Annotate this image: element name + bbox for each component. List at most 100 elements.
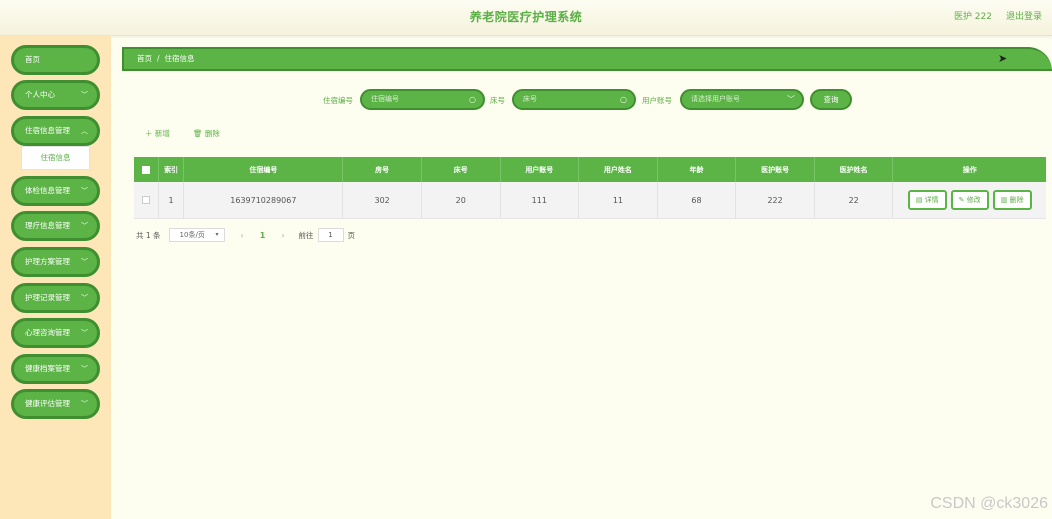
select-user-account[interactable]: 请选择用户账号 ﹀ [680,89,804,110]
chevron-down-icon: ﹀ [81,187,88,195]
table-header: 索引 住宿编号 房号 床号 用户账号 用户姓名 年龄 医护账号 医护姓名 操作 [134,157,1046,182]
cell-stay-no: 1639710289067 [184,182,344,218]
sidebar-item-care-record-management[interactable]: 护理记录管理 ﹀ [11,283,100,313]
watermark: CSDN @ck3026 [930,495,1048,512]
delete-button[interactable]: ▥ 删除 [992,190,1032,210]
sidebar-item-care-plan-management[interactable]: 护理方案管理 ﹀ [11,247,100,277]
chevron-up-icon: ︿ [81,127,88,135]
chevron-down-icon: ﹀ [81,258,88,266]
column-header: 年龄 [658,157,737,182]
checkbox[interactable] [141,196,150,204]
page-size-select[interactable]: 10条/页 ▾ [168,228,225,242]
cell-index: 1 [159,182,185,218]
submenu-item-lodging-info[interactable]: 住宿信息 [21,146,90,170]
add-button[interactable]: ＋ 新增 [145,128,170,139]
sidebar-item-label: 理疗信息管理 [25,221,70,230]
chevron-down-icon: ﹀ [787,95,795,104]
search-input-bed[interactable]: 床号 ○ [512,89,636,110]
cell-bed: 20 [422,182,501,218]
plus-icon: ＋ [145,129,155,138]
batch-delete-button[interactable]: 🗑 删除 [193,128,220,139]
goto-page-input[interactable]: 1 [317,228,344,242]
chevron-down-icon: ﹀ [81,91,88,99]
select-placeholder: 请选择用户账号 [691,95,740,103]
breadcrumb-separator: / [157,54,160,63]
cell-age: 68 [658,182,737,218]
sidebar-item-checkup-management[interactable]: 体检信息管理 ﹀ [11,176,100,206]
cell-operations: ▤ 详情 ✎ 修改 ▥ 删除 [893,182,1045,218]
trash-icon: ▥ [1000,196,1010,204]
column-header: 用户姓名 [579,157,658,182]
sidebar-item-label: 健康评估管理 [25,399,70,408]
sidebar-item-label: 心理咨询管理 [25,328,70,337]
sidebar-item-personal-center[interactable]: 个人中心 ﹀ [11,80,100,110]
header-user-area: 医护 222 退出登录 [954,9,1042,22]
trash-icon: 🗑 [193,129,205,138]
cell-staff-name: 22 [815,182,894,218]
sidebar-item-counseling-management[interactable]: 心理咨询管理 ﹀ [11,318,100,348]
search-placeholder: 床号 [523,95,537,103]
app-title: 养老院医疗护理系统 [469,10,583,24]
row-select[interactable] [134,182,159,218]
chevron-down-icon: ﹀ [81,294,88,302]
detail-button[interactable]: ▤ 详情 [907,190,947,210]
prev-page-icon[interactable]: ‹ [241,231,244,240]
chevron-down-icon: ▾ [215,231,219,238]
search-input-stay-no[interactable]: 住宿编号 ○ [360,89,485,110]
table-row: 1 1639710289067 302 20 111 11 68 222 22 … [134,182,1046,219]
total-count: 共 1 条 [136,230,161,240]
column-header: 索引 [159,157,185,182]
search-icon: ○ [620,95,627,104]
current-user: 医护 222 [953,12,992,22]
page-number[interactable]: 1 [260,231,266,240]
sidebar-item-lodging-management[interactable]: 住宿信息管理 ︿ [11,116,100,146]
chevron-down-icon: ﹀ [81,400,88,408]
goto-label: 前往 [298,230,314,240]
cell-user-name: 11 [579,182,658,218]
column-header: 床号 [422,157,501,182]
search-placeholder: 住宿编号 [371,95,399,103]
document-icon: ▤ [915,196,925,204]
column-header: 医护姓名 [815,157,894,182]
cell-room: 302 [343,182,422,218]
logout-link[interactable]: 退出登录 [1006,9,1042,22]
query-button[interactable]: 查询 [810,89,852,110]
sidebar-item-health-record-management[interactable]: 健康档案管理 ﹀ [11,354,100,384]
column-header: 用户账号 [501,157,580,182]
sidebar-item-label: 个人中心 [25,90,55,99]
column-header: 住宿编号 [184,157,344,182]
sidebar-item-label: 首页 [25,55,40,64]
mouse-cursor-icon: ➤ [998,52,1008,65]
sidebar-item-health-assessment-management[interactable]: 健康评估管理 ﹀ [11,389,100,419]
chevron-down-icon: ﹀ [81,222,88,230]
search-label-bed: 床号 [490,96,505,105]
edit-button[interactable]: ✎ 修改 [950,190,989,210]
data-table: 索引 住宿编号 房号 床号 用户账号 用户姓名 年龄 医护账号 医护姓名 操作 … [134,157,1046,219]
pencil-icon: ✎ [958,196,967,204]
next-page-icon[interactable]: › [281,231,284,240]
sidebar-item-home[interactable]: 首页 [11,45,100,75]
sidebar-item-label: 住宿信息管理 [25,126,70,135]
cell-staff-account: 222 [736,182,815,218]
chevron-down-icon: ﹀ [81,365,88,373]
column-header: 房号 [343,157,422,182]
sidebar-item-label: 体检信息管理 [25,186,70,195]
pagination: 共 1 条 10条/页 ▾ ‹ 1 › 前往 1 页 [136,228,355,242]
breadcrumb: 首页 / 住宿信息 [122,47,1052,71]
top-header: 养老院医疗护理系统 医护 222 退出登录 [0,0,1052,36]
column-header: 医护账号 [736,157,815,182]
sidebar-item-label: 健康档案管理 [25,364,70,373]
breadcrumb-current: 住宿信息 [164,54,195,63]
search-icon: ○ [469,95,476,104]
sidebar-item-therapy-management[interactable]: 理疗信息管理 ﹀ [11,211,100,241]
breadcrumb-home[interactable]: 首页 [137,54,152,63]
header-select-all[interactable] [134,157,159,182]
cell-user-account: 111 [501,182,580,218]
column-header: 操作 [962,165,977,174]
checkbox[interactable] [141,165,150,174]
search-label-user-account: 用户账号 [642,96,672,105]
sidebar-item-label: 护理记录管理 [25,293,70,302]
chevron-down-icon: ﹀ [81,329,88,337]
sidebar-item-label: 护理方案管理 [25,257,70,266]
search-label-stay-no: 住宿编号 [323,96,353,105]
